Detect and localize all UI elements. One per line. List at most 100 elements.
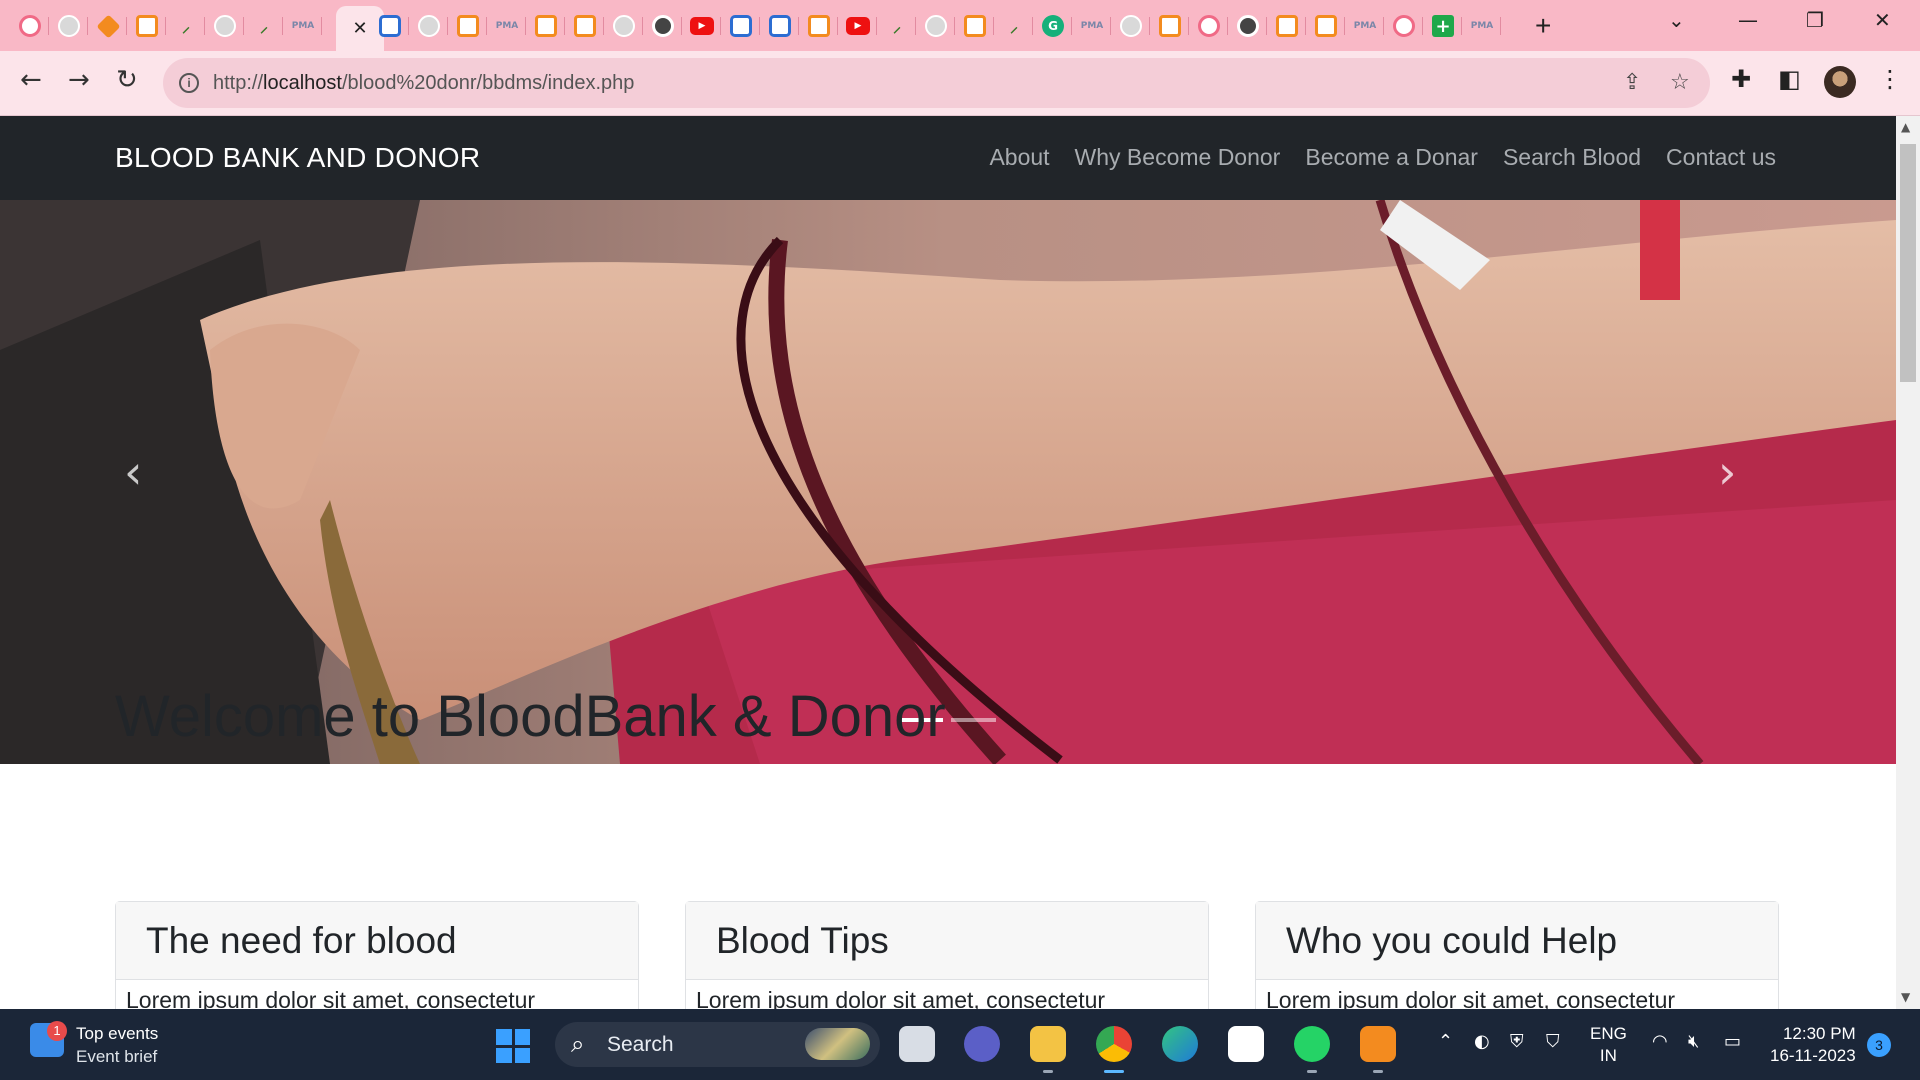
notification-badge[interactable]: 3 bbox=[1867, 1033, 1891, 1057]
browser-tab[interactable] bbox=[1112, 9, 1150, 43]
nav-become-donar[interactable]: Become a Donar bbox=[1305, 144, 1478, 171]
tab-search-chevron-icon[interactable]: ⌄ bbox=[1668, 8, 1685, 32]
browser-tab[interactable] bbox=[89, 9, 127, 43]
browser-tab[interactable] bbox=[605, 9, 643, 43]
security-icon[interactable]: ⛉ bbox=[1546, 1031, 1560, 1052]
scroll-up-icon[interactable]: ▲ bbox=[1901, 120, 1910, 134]
chrome-icon[interactable] bbox=[1096, 1026, 1132, 1073]
browser-tab[interactable]: PMA bbox=[284, 9, 322, 43]
github-icon: ◓ bbox=[1198, 15, 1220, 37]
card-title: Who you could Help bbox=[1256, 902, 1778, 980]
browser-tab[interactable]: PMA bbox=[1463, 9, 1501, 43]
menu-kebab-icon[interactable]: ⋮ bbox=[1878, 65, 1902, 93]
pma-icon: PMA bbox=[291, 21, 315, 31]
browser-tab[interactable]: ⊠ bbox=[449, 9, 487, 43]
browser-tab[interactable]: ⸝ bbox=[245, 9, 283, 43]
browser-tab[interactable]: ⊠ bbox=[566, 9, 604, 43]
tray-overflow-icon[interactable]: ⌃ bbox=[1438, 1031, 1453, 1052]
nav-about[interactable]: About bbox=[989, 144, 1049, 171]
extensions-icon[interactable]: ✚ bbox=[1731, 65, 1751, 93]
browser-tab[interactable] bbox=[761, 9, 799, 43]
wifi-icon[interactable]: ◠ bbox=[1652, 1031, 1668, 1052]
browser-tab[interactable]: ▶ bbox=[683, 9, 721, 43]
browser-tab[interactable]: ⸝ bbox=[167, 9, 205, 43]
github-icon: ◓ bbox=[19, 15, 41, 37]
share-icon[interactable]: ⇪ bbox=[1623, 70, 1641, 95]
forward-button[interactable]: → bbox=[68, 65, 90, 95]
battery-icon[interactable]: ▭ bbox=[1724, 1031, 1741, 1052]
browser-tab[interactable]: + bbox=[1424, 9, 1462, 43]
task-view-icon[interactable] bbox=[899, 1026, 935, 1062]
browser-tab[interactable]: ⊠ bbox=[956, 9, 994, 43]
microsoft-store-icon[interactable] bbox=[1228, 1026, 1264, 1062]
browser-tab[interactable]: ⊠ bbox=[1268, 9, 1306, 43]
browser-tab[interactable]: PMA bbox=[1346, 9, 1384, 43]
bookmark-star-icon[interactable]: ☆ bbox=[1670, 70, 1690, 95]
xampp-icon: ⊠ bbox=[964, 15, 986, 37]
browser-tab[interactable]: G bbox=[1034, 9, 1072, 43]
whatsapp-icon[interactable] bbox=[1294, 1026, 1330, 1073]
url-text[interactable]: http://localhost/blood%20donr/bbdms/inde… bbox=[213, 72, 634, 95]
pma-icon: PMA bbox=[495, 21, 519, 31]
site-brand[interactable]: BLOOD BANK AND DONOR bbox=[115, 142, 480, 174]
defender-icon[interactable]: ⛨ bbox=[1510, 1031, 1524, 1052]
taskbar-search[interactable]: ⌕ Search bbox=[555, 1022, 880, 1067]
browser-tab[interactable] bbox=[371, 9, 409, 43]
close-window-button[interactable]: ✕ bbox=[1874, 8, 1891, 32]
back-button[interactable]: ← bbox=[20, 65, 42, 95]
new-tab-button[interactable]: + bbox=[1535, 10, 1551, 42]
carousel-indicator-2[interactable] bbox=[951, 718, 996, 722]
browser-tab[interactable] bbox=[722, 9, 760, 43]
site-info-icon[interactable]: i bbox=[179, 73, 199, 93]
profile-avatar[interactable] bbox=[1824, 66, 1856, 98]
browser-tab[interactable]: ⊠ bbox=[800, 9, 838, 43]
diamond-icon bbox=[95, 13, 121, 39]
browser-tab[interactable]: ▶ bbox=[839, 9, 877, 43]
clock[interactable]: 12:30 PM 16-11-2023 bbox=[1770, 1023, 1856, 1067]
start-button[interactable] bbox=[496, 1029, 530, 1063]
carousel-next-icon[interactable]: › bbox=[1718, 445, 1736, 499]
page-scrollbar[interactable]: ▲ ▼ bbox=[1896, 116, 1920, 1009]
browser-tab[interactable]: ⊠ bbox=[128, 9, 166, 43]
tray-app-icon[interactable]: ◐ bbox=[1474, 1031, 1490, 1052]
minimize-button[interactable]: — bbox=[1738, 8, 1758, 32]
browser-tab[interactable] bbox=[917, 9, 955, 43]
browser-tab[interactable] bbox=[1229, 9, 1267, 43]
nav-contact-us[interactable]: Contact us bbox=[1666, 144, 1776, 171]
side-panel-icon[interactable]: ◧ bbox=[1778, 65, 1801, 93]
leaf-icon: ⸝ bbox=[259, 17, 268, 36]
browser-tab[interactable]: ◓ bbox=[11, 9, 49, 43]
browser-tab[interactable] bbox=[410, 9, 448, 43]
address-bar[interactable]: i http://localhost/blood%20donr/bbdms/in… bbox=[163, 58, 1710, 108]
browser-tab[interactable]: ⊠ bbox=[1307, 9, 1345, 43]
browser-tab[interactable]: ⸝ bbox=[995, 9, 1033, 43]
browser-tab[interactable] bbox=[644, 9, 682, 43]
volume-muted-icon[interactable]: 🔇︎ bbox=[1688, 1031, 1699, 1052]
scroll-down-icon[interactable]: ▼ bbox=[1901, 990, 1910, 1004]
xampp-icon[interactable] bbox=[1360, 1026, 1396, 1073]
language-indicator[interactable]: ENG IN bbox=[1590, 1023, 1627, 1067]
teams-icon[interactable] bbox=[964, 1026, 1000, 1062]
browser-tab[interactable]: ◓ bbox=[1385, 9, 1423, 43]
xampp-icon: ⊠ bbox=[457, 15, 479, 37]
widget-subtitle[interactable]: Event brief bbox=[76, 1047, 157, 1067]
browser-tab[interactable] bbox=[206, 9, 244, 43]
reload-button[interactable]: ↻ bbox=[116, 65, 138, 95]
nav-search-blood[interactable]: Search Blood bbox=[1503, 144, 1641, 171]
edge-icon[interactable] bbox=[1162, 1026, 1198, 1062]
browser-tab[interactable] bbox=[50, 9, 88, 43]
browser-tab[interactable]: PMA bbox=[488, 9, 526, 43]
file-explorer-icon[interactable] bbox=[1030, 1026, 1066, 1073]
carousel-slide-image bbox=[0, 200, 1896, 764]
close-tab-icon[interactable]: ✕ bbox=[352, 18, 367, 39]
browser-tab[interactable]: ⸝ bbox=[878, 9, 916, 43]
browser-tab[interactable]: ⊠ bbox=[1151, 9, 1189, 43]
nav-why-become-donor[interactable]: Why Become Donor bbox=[1075, 144, 1281, 171]
carousel-prev-icon[interactable]: ‹ bbox=[124, 445, 142, 499]
widget-title[interactable]: Top events bbox=[76, 1024, 158, 1044]
browser-tab[interactable]: ⊠ bbox=[527, 9, 565, 43]
browser-tab[interactable]: ◓ bbox=[1190, 9, 1228, 43]
scroll-thumb[interactable] bbox=[1900, 144, 1916, 382]
restore-button[interactable]: ❐ bbox=[1806, 8, 1824, 32]
browser-tab[interactable]: PMA bbox=[1073, 9, 1111, 43]
